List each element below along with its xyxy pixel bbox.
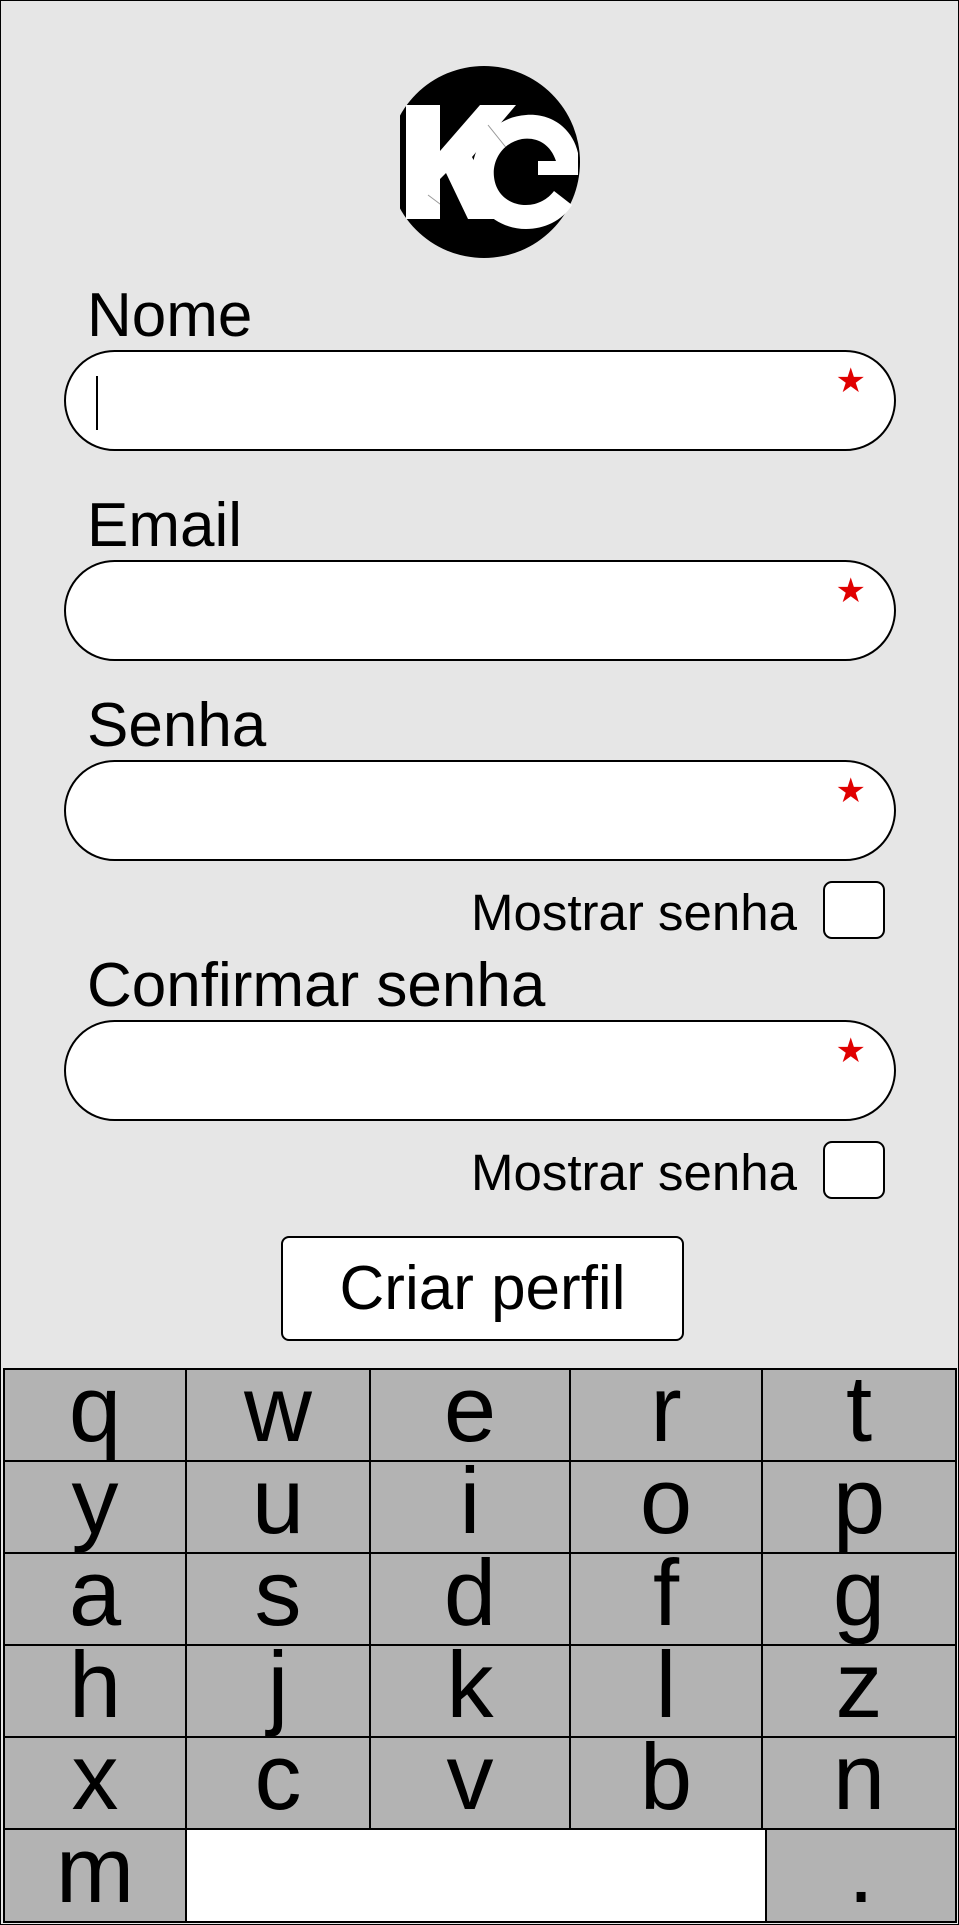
on-screen-keyboard: q w e r t y u i o p a s d f g h j k l z …	[3, 1362, 957, 1923]
nome-input[interactable]: ★	[64, 350, 896, 451]
key-c[interactable]: c	[185, 1730, 371, 1830]
show-confirm-password-row: Mostrar senha	[471, 1141, 891, 1201]
key-period[interactable]: .	[765, 1822, 957, 1923]
key-x[interactable]: x	[3, 1730, 187, 1830]
show-confirm-password-label: Mostrar senha	[471, 1144, 797, 1201]
required-star-icon: ★	[835, 1031, 866, 1071]
key-n[interactable]: n	[761, 1730, 957, 1830]
text-cursor	[96, 376, 98, 430]
email-label: Email	[87, 491, 243, 560]
show-confirm-password-checkbox[interactable]	[823, 1141, 885, 1199]
email-input[interactable]: ★	[64, 560, 896, 661]
required-star-icon: ★	[835, 571, 866, 611]
key-b[interactable]: b	[569, 1730, 763, 1830]
required-star-icon: ★	[835, 771, 866, 811]
show-password-row: Mostrar senha	[471, 881, 891, 941]
confirmar-senha-label: Confirmar senha	[87, 951, 546, 1020]
space-key[interactable]	[185, 1828, 767, 1923]
nome-label: Nome	[87, 281, 253, 350]
confirmar-senha-input[interactable]: ★	[64, 1020, 896, 1121]
key-m[interactable]: m	[3, 1822, 187, 1923]
required-star-icon: ★	[835, 361, 866, 401]
create-profile-button[interactable]: Criar perfil	[281, 1236, 684, 1341]
show-password-checkbox[interactable]	[823, 881, 885, 939]
show-password-label: Mostrar senha	[471, 884, 797, 941]
senha-input[interactable]: ★	[64, 760, 896, 861]
kg-logo	[388, 66, 580, 258]
key-v[interactable]: v	[369, 1730, 571, 1830]
senha-label: Senha	[87, 691, 267, 760]
